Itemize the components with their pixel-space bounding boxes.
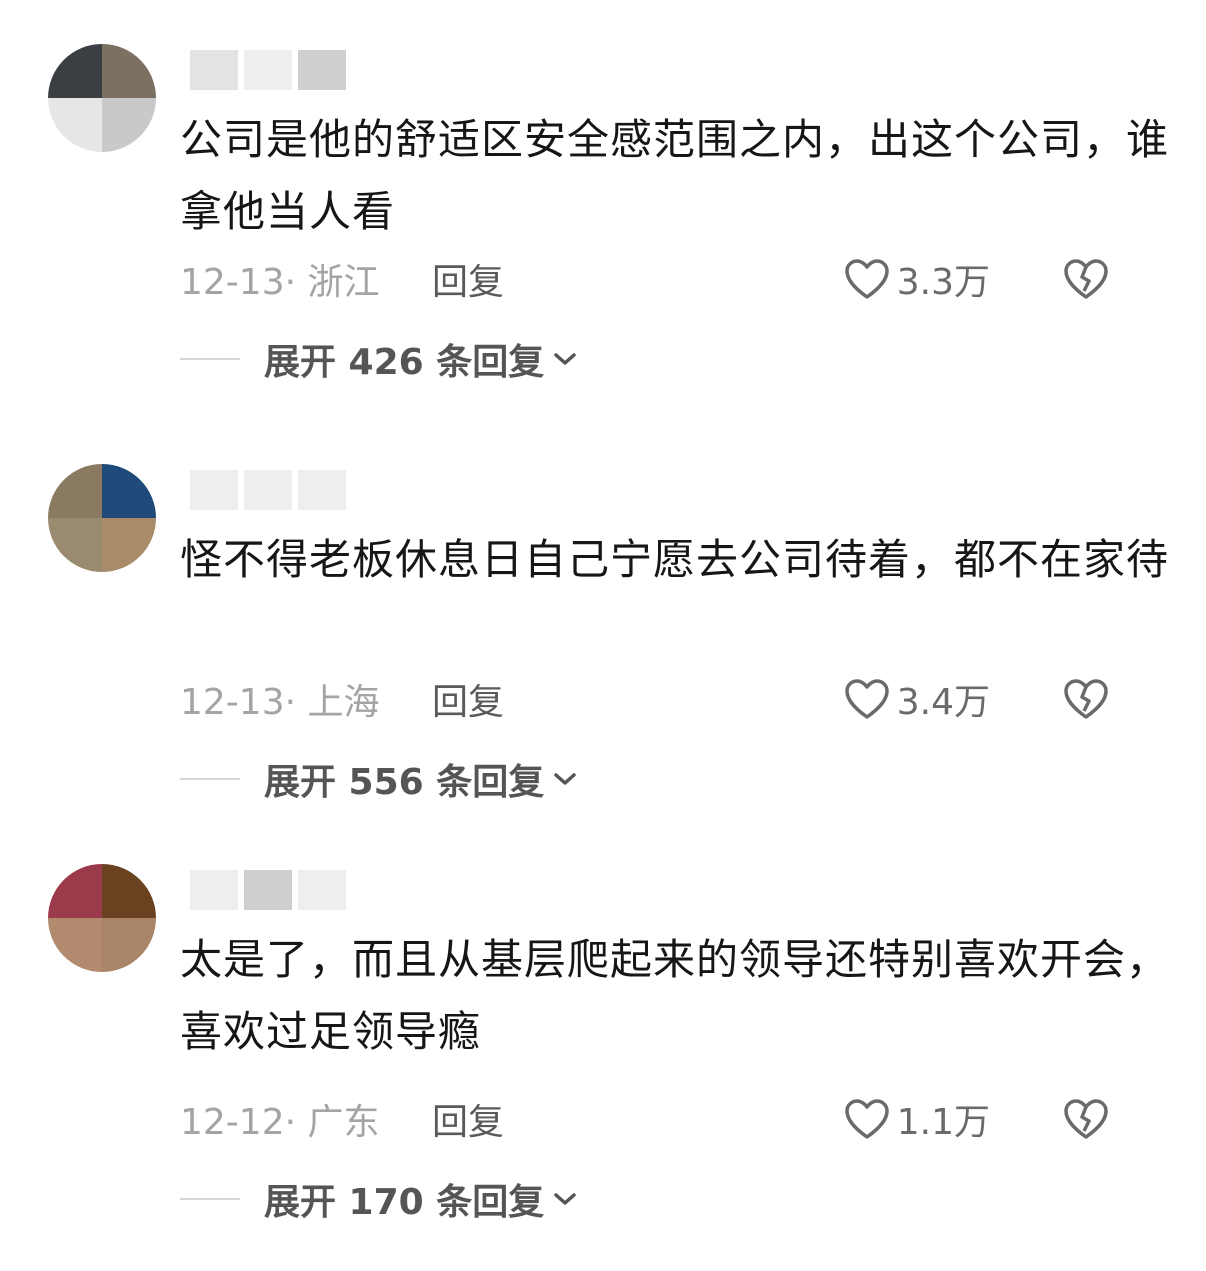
avatar-pixel [102,98,156,152]
dislike-button[interactable] [1062,674,1110,724]
avatar-pixel [48,44,102,98]
reply-button[interactable]: 回复 [432,253,504,305]
blur-block [244,870,292,910]
blur-block [298,870,346,910]
reply-button[interactable]: 回复 [432,1093,504,1145]
heart-icon [844,259,889,299]
avatar-pixel [48,864,102,918]
expand-replies-label: 展开 426 条回复 [264,342,545,383]
avatar[interactable] [48,464,156,572]
expand-replies[interactable]: 展开 556 条回复 [180,754,780,804]
avatar[interactable] [48,44,156,152]
dislike-button[interactable] [1062,1094,1110,1144]
expand-replies[interactable]: 展开 426 条回复 [180,334,780,384]
chevron-down-icon [554,773,576,785]
divider-line [180,358,240,360]
avatar-pixel [48,464,102,518]
comment-meta: 12-13· 上海 回复 3.4万 [180,674,1160,724]
like-button[interactable]: 3.3万 [843,254,990,304]
date-location: 12-13· 浙江 [180,253,432,305]
blur-block [298,470,346,510]
comment-location: 上海 [307,682,380,723]
broken-heart-icon [1064,679,1108,719]
comment-date: 12-13· [180,262,297,303]
heart-icon [844,1099,889,1139]
expand-replies-label: 展开 170 条回复 [264,1182,545,1223]
like-count: 3.3万 [896,262,990,303]
broken-heart-icon [1064,259,1108,299]
blur-block [190,870,238,910]
comment-meta: 12-12· 广东 回复 1.1万 [180,1094,1160,1144]
blur-block [244,470,292,510]
blur-block [190,50,238,90]
comment-text: 怪不得老板休息日自己宁愿去公司待着，都不在家待 [180,535,1170,584]
like-button[interactable]: 1.1万 [843,1094,990,1144]
reply-button[interactable]: 回复 [432,673,504,725]
avatar-pixel [102,518,156,572]
divider-line [180,1198,240,1200]
avatar-pixel [48,98,102,152]
comment-date: 12-12· [180,1102,297,1143]
divider-line [180,778,240,780]
comment-location: 广东 [307,1102,380,1143]
date-location: 12-12· 广东 [180,1093,432,1145]
chevron-down-icon [554,353,576,365]
like-count: 1.1万 [896,1102,990,1143]
dislike-button[interactable] [1062,254,1110,304]
avatar-pixel [48,918,102,972]
avatar-pixel [102,44,156,98]
comment-text: 公司是他的舒适区安全感范围之内，出这个公司，谁拿他当人看 [180,115,1170,236]
blur-block [190,470,238,510]
username-blurred[interactable] [190,870,346,910]
chevron-down-icon [554,1193,576,1205]
comment-date: 12-13· [180,682,297,723]
avatar-pixel [48,518,102,572]
blur-block [244,50,292,90]
expand-replies-label: 展开 556 条回复 [264,762,545,803]
like-count: 3.4万 [896,682,990,723]
username-blurred[interactable] [190,50,346,90]
blur-block [298,50,346,90]
like-button[interactable]: 3.4万 [843,674,990,724]
avatar-pixel [102,864,156,918]
comment-meta: 12-13· 浙江 回复 3.3万 [180,254,1160,304]
avatar[interactable] [48,864,156,972]
comment-location: 浙江 [307,262,380,303]
username-blurred[interactable] [190,470,346,510]
avatar-pixel [102,918,156,972]
date-location: 12-13· 上海 [180,673,432,725]
broken-heart-icon [1064,1099,1108,1139]
heart-icon [844,679,889,719]
avatar-pixel [102,464,156,518]
comment-text: 太是了，而且从基层爬起来的领导还特别喜欢开会，喜欢过足领导瘾 [180,935,1170,1056]
expand-replies[interactable]: 展开 170 条回复 [180,1174,780,1224]
